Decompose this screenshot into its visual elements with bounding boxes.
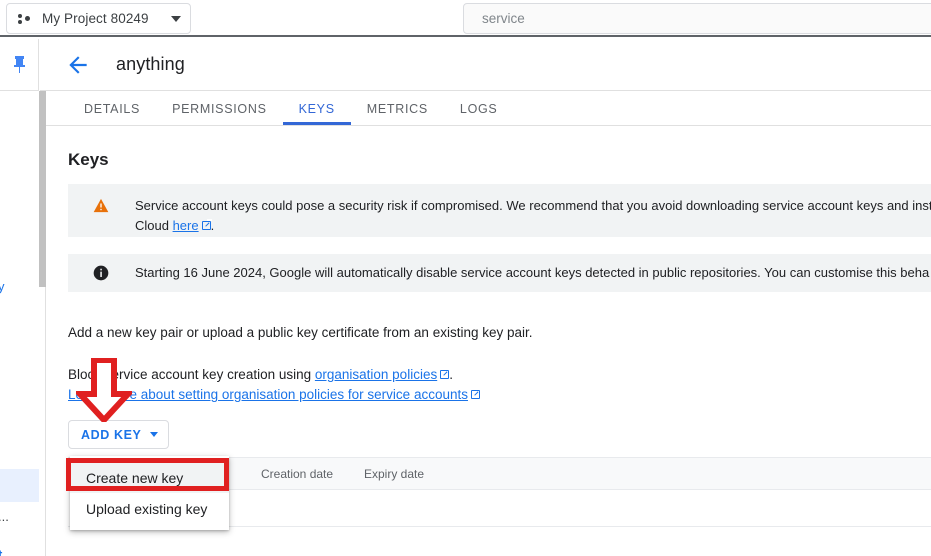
- project-dots-icon: [18, 11, 33, 26]
- here-link[interactable]: here: [173, 218, 199, 233]
- menu-item-upload-existing-key[interactable]: Upload existing key: [70, 493, 229, 524]
- menu-item-label: Create new key: [86, 469, 184, 486]
- block-key-creation-text: Block service account key creation using…: [68, 364, 453, 386]
- top-bar: My Project 80249: [0, 0, 931, 37]
- arrow-left-icon[interactable]: [65, 52, 91, 78]
- block-text-prefix: Block service account key creation using: [68, 367, 315, 382]
- sidebar-selected-item[interactable]: [0, 469, 39, 502]
- sidebar-item-fragment[interactable]: ...: [0, 509, 9, 524]
- page-section-heading: Keys: [68, 150, 109, 169]
- column-header-expiry-date: Expiry date: [364, 466, 425, 481]
- tab-label: PERMISSIONS: [172, 101, 267, 116]
- warning-line-2-prefix: Cloud: [135, 218, 173, 233]
- tab-label: LOGS: [459, 101, 498, 116]
- external-link-icon: [440, 368, 451, 379]
- learn-more-link[interactable]: Learn more about setting organisation po…: [68, 387, 468, 402]
- info-circle-icon: [90, 265, 112, 281]
- chevron-down-icon: [171, 15, 181, 22]
- learn-more-line: Learn more about setting organisation po…: [68, 384, 481, 406]
- add-key-description: Add a new key pair or upload a public ke…: [68, 325, 533, 340]
- security-warning-text: Service account keys could pose a securi…: [135, 196, 931, 233]
- page-title: anything: [116, 54, 185, 74]
- menu-item-create-new-key[interactable]: Create new key: [70, 462, 229, 493]
- column-header-creation-date: Creation date: [261, 466, 334, 481]
- left-navigation-pane: y ... t...: [0, 91, 39, 556]
- menu-item-label: Upload existing key: [86, 500, 208, 517]
- tab-details[interactable]: DETAILS: [68, 92, 156, 125]
- warning-triangle-icon: [90, 196, 112, 225]
- sidebar-item-fragment[interactable]: y: [0, 279, 5, 294]
- tab-label: METRICS: [366, 101, 428, 116]
- warning-line-1: Service account keys could pose a securi…: [135, 198, 931, 213]
- key-disable-info-banner: Starting 16 June 2024, Google will autom…: [68, 254, 931, 292]
- tab-permissions[interactable]: PERMISSIONS: [156, 92, 283, 125]
- content-header: anything: [40, 39, 931, 91]
- project-selector-chip[interactable]: My Project 80249: [6, 3, 191, 34]
- organisation-policies-link[interactable]: organisation policies: [315, 367, 437, 382]
- pin-rail: [0, 39, 39, 91]
- tab-bar: DETAILS PERMISSIONS KEYS METRICS LOGS: [46, 92, 931, 126]
- global-search-box[interactable]: [463, 3, 931, 34]
- key-disable-info-text: Starting 16 June 2024, Google will autom…: [135, 265, 930, 280]
- external-link-icon: [470, 388, 481, 399]
- sidebar-scrollbar-thumb[interactable]: [39, 91, 46, 287]
- chevron-down-icon: [150, 432, 159, 437]
- project-name-label: My Project 80249: [42, 11, 149, 26]
- add-key-dropdown-menu: Create new key Upload existing key: [70, 456, 229, 530]
- tab-keys[interactable]: KEYS: [282, 92, 351, 125]
- tab-logs[interactable]: LOGS: [444, 92, 514, 125]
- search-input[interactable]: [480, 10, 931, 27]
- pin-icon[interactable]: [12, 56, 27, 73]
- add-key-button[interactable]: ADD KEY: [68, 420, 170, 449]
- sidebar-item-fragment[interactable]: t...: [0, 547, 13, 556]
- add-key-button-label: ADD KEY: [81, 427, 142, 442]
- tab-label: KEYS: [298, 101, 335, 116]
- security-warning-banner: Service account keys could pose a securi…: [68, 184, 931, 237]
- tab-metrics[interactable]: METRICS: [351, 92, 444, 125]
- tab-label: DETAILS: [84, 101, 141, 116]
- external-link-icon: [201, 219, 212, 230]
